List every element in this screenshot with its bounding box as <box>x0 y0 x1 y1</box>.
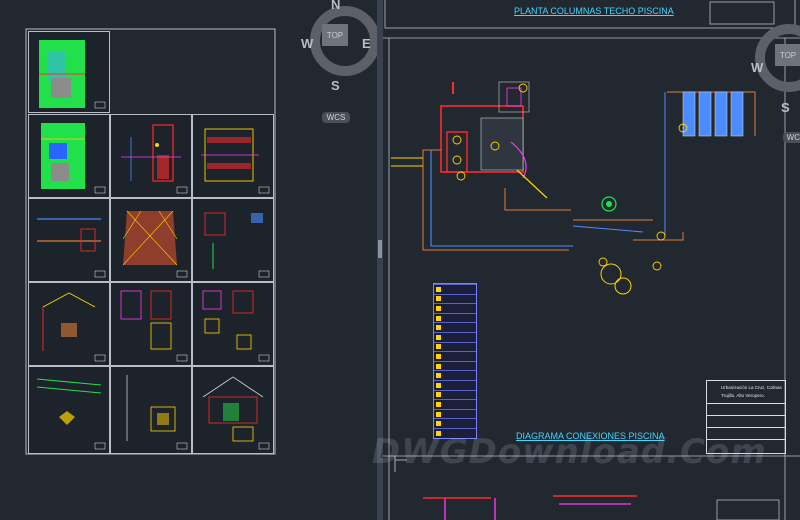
legend-row <box>434 370 476 380</box>
legend-row <box>434 408 476 419</box>
title-block-rule <box>707 403 785 404</box>
legend-row <box>434 389 476 400</box>
legend-row <box>434 312 476 323</box>
sheet-column-details[interactable] <box>110 366 192 454</box>
sheet-beam-details[interactable] <box>28 366 110 454</box>
legend-symbol-icon <box>436 315 441 321</box>
legend-row <box>434 341 476 352</box>
legend-symbol-icon <box>436 401 441 407</box>
legend-row <box>434 303 476 313</box>
wcs-menu-right[interactable]: WCS <box>783 132 800 143</box>
title-block-line2: Trujillo, Alto Veropero. <box>721 393 765 398</box>
legend-row <box>434 293 476 304</box>
left-viewport[interactable]: TOP N E S W WCS <box>0 0 377 520</box>
legend-row <box>434 418 476 428</box>
facade-drawing <box>202 376 270 450</box>
frame-details-drawing <box>202 290 270 362</box>
legend-symbol-icon <box>436 392 441 398</box>
sheet-foundation-plan[interactable] <box>192 114 274 198</box>
compass-south-right[interactable]: S <box>781 100 790 115</box>
legend-row <box>434 399 476 409</box>
legend-row <box>434 379 476 390</box>
sheet-frame-details[interactable] <box>192 282 274 366</box>
elevation-drawing <box>42 292 106 362</box>
sheet-sections[interactable] <box>28 198 110 282</box>
compass-south[interactable]: S <box>331 78 340 93</box>
sheet-site-plan[interactable] <box>28 31 110 113</box>
viewcube-top-face[interactable]: TOP <box>322 24 348 46</box>
compass-north[interactable]: N <box>331 0 340 12</box>
foundation-plan-drawing <box>201 128 270 194</box>
legend-symbol-icon <box>436 344 441 350</box>
sheet-columns-plan[interactable] <box>110 114 192 198</box>
site-plan-drawing <box>39 40 106 109</box>
tile-pattern-drawing <box>122 210 188 278</box>
sheet-pool-site[interactable] <box>28 114 110 198</box>
divider-grip-icon[interactable] <box>378 240 382 258</box>
beam-details-drawing <box>36 378 106 450</box>
legend-symbol-icon <box>436 421 441 427</box>
title-block-rule <box>707 415 785 416</box>
legend-symbol-icon <box>436 411 441 417</box>
legend-symbol-icon <box>436 334 441 340</box>
sheet-facade[interactable] <box>192 366 274 454</box>
legend-symbol-icon <box>436 373 441 379</box>
sections-drawing <box>37 218 106 278</box>
compass-east[interactable]: E <box>362 36 371 51</box>
legend-symbol-icon <box>436 353 441 359</box>
legend-row <box>434 351 476 361</box>
wcs-menu-left[interactable]: WCS <box>322 112 350 123</box>
column-details-drawing <box>126 375 188 450</box>
title-block-rule <box>707 427 785 428</box>
sheet-elevation[interactable] <box>28 282 110 366</box>
sheet-details[interactable] <box>192 198 274 282</box>
sheet-tile-pattern[interactable] <box>110 198 192 282</box>
watermark-text: DWGDownload.Com <box>372 432 767 472</box>
columns-plan-drawing <box>121 124 188 194</box>
legend-row <box>434 322 476 332</box>
legend-row <box>434 284 476 294</box>
viewcube-right[interactable]: TOP W S <box>751 20 800 130</box>
legend-row <box>434 360 476 371</box>
details-drawing <box>204 212 270 278</box>
drawing-title-columns: PLANTA COLUMNAS TECHO PISCINA <box>514 6 674 16</box>
legend-symbol-icon <box>436 296 441 302</box>
pool-site-drawing <box>41 123 106 194</box>
viewcube-left[interactable]: TOP N E S W <box>300 0 377 100</box>
legend-symbol-icon <box>436 325 441 331</box>
compass-west-right[interactable]: W <box>751 60 763 75</box>
symbol-legend-table <box>433 283 477 439</box>
legend-symbol-icon <box>436 363 441 369</box>
legend-row <box>434 331 476 342</box>
legend-symbol-icon <box>436 286 441 292</box>
legend-rows <box>434 284 476 438</box>
title-block-line1: Urbanización La Cruz, Colinas <box>721 385 782 390</box>
legend-symbol-icon <box>436 382 441 388</box>
viewcube-top-face-right[interactable]: TOP <box>775 44 800 66</box>
sheet-frames[interactable] <box>110 282 192 366</box>
legend-symbol-icon <box>436 305 441 311</box>
frames-drawing <box>120 290 188 362</box>
compass-west[interactable]: W <box>301 36 313 51</box>
